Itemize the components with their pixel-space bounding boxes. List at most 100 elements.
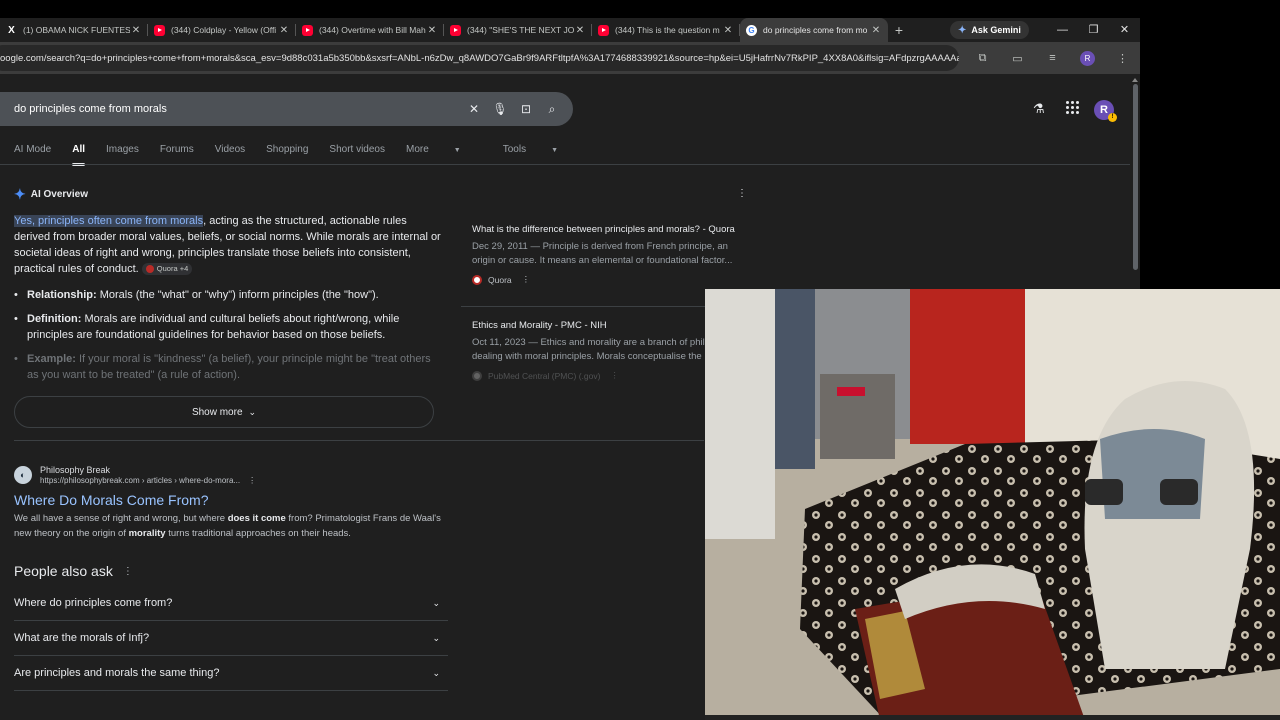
warning-badge-icon: ! <box>1108 113 1117 122</box>
close-icon[interactable]: ✕ <box>130 25 142 36</box>
chevron-down-icon: ⌄ <box>432 667 440 678</box>
result-snippet: We all have a sense of right and wrong, … <box>14 511 454 541</box>
tab-more[interactable]: More ▼ <box>406 144 482 155</box>
menu-icon[interactable]: ⋮ <box>1105 52 1140 65</box>
close-icon[interactable]: ✕ <box>870 25 882 36</box>
account-avatar[interactable]: R ! <box>1094 100 1117 122</box>
more-options-icon[interactable]: ⋮ <box>248 476 256 485</box>
more-options-icon[interactable]: ⋮ <box>522 274 531 285</box>
tab-tools[interactable]: Tools ▼ <box>503 144 579 155</box>
ask-gemini-button[interactable]: ✦ Ask Gemini <box>950 21 1029 39</box>
source-card-nih[interactable]: Ethics and Morality - PMC - NIH Oct 11, … <box>472 320 712 381</box>
source-title: Ethics and Morality - PMC - NIH <box>472 320 607 331</box>
people-also-ask-list: Where do principles come from? ⌄ What are… <box>14 586 448 691</box>
x-icon: X <box>8 24 15 36</box>
url-field[interactable]: oogle.com/search?q=do+principles+come+fr… <box>0 45 959 71</box>
source-snippet: Oct 11, 2023 — Ethics and morality are a… <box>472 337 710 362</box>
tab-title: do principles come from mo <box>763 25 868 35</box>
apps-grid-icon[interactable] <box>1066 101 1079 114</box>
new-tab-icon[interactable]: + <box>888 22 910 38</box>
tab-youtube-4[interactable]: (344) This is the question m ✕ <box>592 18 740 42</box>
search-input[interactable]: do principles come from morals <box>14 103 461 115</box>
gemini-spark-icon: ✦ <box>958 24 967 36</box>
labs-flask-icon[interactable]: ⚗ <box>1033 101 1045 117</box>
chevron-down-icon: ⌄ <box>432 632 440 643</box>
paa-question[interactable]: What are the morals of Infj? ⌄ <box>14 621 448 656</box>
close-icon[interactable]: ✕ <box>574 25 586 36</box>
question-text: Where do principles come from? <box>14 597 173 609</box>
chair-headrest <box>1100 429 1205 519</box>
search-result: ◐ Philosophy Break https://philosophybre… <box>14 464 454 541</box>
tab-short-videos[interactable]: Short videos <box>329 144 385 155</box>
chevron-down-icon: ⌄ <box>248 406 257 417</box>
address-bar: oogle.com/search?q=do+principles+come+fr… <box>0 42 1140 74</box>
youtube-icon <box>302 24 313 36</box>
paa-question[interactable]: Are principles and morals the same thing… <box>14 656 448 691</box>
paa-question[interactable]: Where do principles come from? ⌄ <box>14 586 448 621</box>
scroll-up-arrow-icon[interactable] <box>1132 76 1138 82</box>
tab-forums[interactable]: Forums <box>160 144 194 155</box>
tab-x[interactable]: X (1) OBAMA NICK FUENTES - ✕ <box>0 18 148 42</box>
site-favicon-icon: ◐ <box>14 465 32 484</box>
tab-tools-label: Tools <box>502 144 527 155</box>
snippet-text: We all have a sense of right and wrong, … <box>14 513 228 524</box>
quora-icon <box>472 274 482 285</box>
result-header: ◐ Philosophy Break https://philosophybre… <box>14 464 454 485</box>
chair-slot <box>1160 479 1198 505</box>
more-options-icon[interactable]: ⋮ <box>123 566 133 577</box>
avatar-initial: R <box>1100 104 1108 116</box>
clear-icon[interactable]: ✕ <box>461 102 487 116</box>
tab-all[interactable]: All <box>72 144 85 166</box>
toolbar-icons: ⧉ ▭ ≡ R ⋮ <box>965 50 1140 66</box>
list-item: Relationship: Morals (the "what" or "why… <box>14 287 444 303</box>
tab-shopping[interactable]: Shopping <box>266 144 308 155</box>
close-icon[interactable]: ✕ <box>722 25 734 36</box>
scrollbar-thumb[interactable] <box>1133 84 1138 270</box>
more-options-icon[interactable]: ⋮ <box>737 188 747 199</box>
source-title: What is the difference between principle… <box>472 224 735 235</box>
tab-youtube-2[interactable]: (344) Overtime with Bill Mah ✕ <box>296 18 444 42</box>
tab-videos[interactable]: Videos <box>215 144 245 155</box>
tab-title: (1) OBAMA NICK FUENTES - <box>23 25 130 35</box>
close-icon[interactable]: ✕ <box>278 25 290 36</box>
youtube-icon <box>598 24 609 36</box>
media-control-icon[interactable]: ≡ <box>1035 52 1070 64</box>
tab-images[interactable]: Images <box>106 144 139 155</box>
microphone-icon[interactable]: 🎙 <box>487 102 513 116</box>
show-more-label: Show more <box>191 406 243 418</box>
source-chip[interactable]: Quora +4 <box>141 263 193 276</box>
cast-icon[interactable]: ▭ <box>1000 52 1035 65</box>
webcam-overlay <box>705 289 1280 720</box>
extensions-icon[interactable]: ⧉ <box>965 52 1000 65</box>
tab-google-active[interactable]: G do principles come from mo ✕ <box>740 18 888 42</box>
search-box[interactable]: do principles come from morals ✕ 🎙 ⊡ ⌕ <box>0 92 573 126</box>
profile-avatar[interactable]: R <box>1080 50 1095 66</box>
source-card-quora[interactable]: What is the difference between principle… <box>472 224 737 285</box>
result-title-link[interactable]: Where Do Morals Come From? <box>14 492 454 508</box>
close-window-icon[interactable]: ✕ <box>1109 18 1140 42</box>
tab-youtube-3[interactable]: (344) "SHE'S THE NEXT JOH ✕ <box>444 18 592 42</box>
divider <box>14 440 704 441</box>
restore-icon[interactable]: ❐ <box>1078 18 1109 42</box>
ai-overview-bullets: Relationship: Morals (the "what" or "why… <box>14 287 444 391</box>
tab-title: (344) Overtime with Bill Mah <box>319 25 426 35</box>
window-controls: — ❐ ✕ <box>1047 18 1140 42</box>
show-more-button[interactable]: Show more ⌄ <box>14 396 434 428</box>
ask-gemini-label: Ask Gemini <box>971 25 1021 35</box>
tab-strip: X (1) OBAMA NICK FUENTES - ✕ (344) Coldp… <box>0 18 1140 42</box>
result-site-name: Philosophy Break <box>40 465 111 475</box>
caret-down-icon: ▼ <box>551 147 559 154</box>
tab-title: (344) "SHE'S THE NEXT JOH <box>467 25 574 35</box>
question-text: Are principles and morals the same thing… <box>14 667 220 679</box>
close-icon[interactable]: ✕ <box>426 25 438 36</box>
door-frame <box>705 289 775 539</box>
minimize-icon[interactable]: — <box>1047 18 1078 42</box>
tab-ai-mode[interactable]: AI Mode <box>14 144 51 155</box>
quora-icon <box>145 265 154 274</box>
source-snippet: Dec 29, 2011 — Principle is derived from… <box>472 241 733 266</box>
search-nav-tabs: AI Mode All Images Forums Videos Shoppin… <box>14 144 600 166</box>
tab-youtube-1[interactable]: (344) Coldplay - Yellow (Offi ✕ <box>148 18 296 42</box>
more-options-icon[interactable]: ⋮ <box>610 370 619 381</box>
lens-icon[interactable]: ⊡ <box>513 102 539 116</box>
search-icon[interactable]: ⌕ <box>539 102 565 117</box>
